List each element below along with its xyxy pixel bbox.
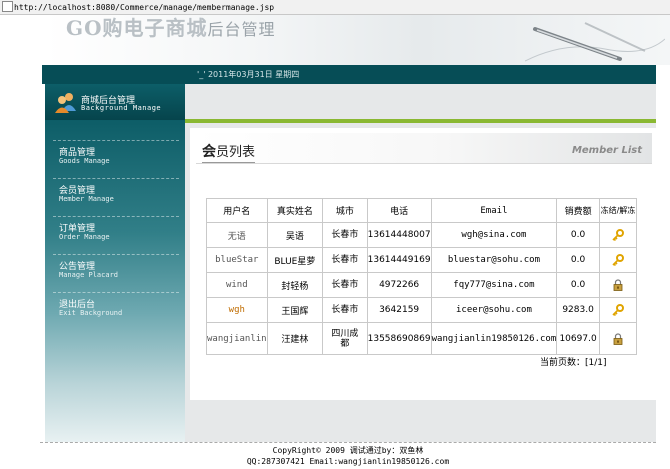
sidebar-item-placard[interactable]: 公告管理 Manage Placard	[53, 254, 179, 293]
table-header-row: 用户名 真实姓名 城市 电话 Email 销费额 冻结/解冻	[206, 198, 638, 223]
sidebar-item-goods[interactable]: 商品管理 Goods Manage	[53, 140, 179, 179]
cell-phone: 13614448007	[366, 222, 432, 248]
cell-city: 长春市	[322, 297, 368, 323]
cell-username: 无语	[206, 222, 268, 248]
cell-city: 四川成都	[322, 322, 368, 355]
footer-contact: QQ:287307421 Email:wangjianlin19850126.c…	[246, 457, 450, 466]
cell-freeze-toggle	[598, 322, 638, 355]
panel-title-en: Member List	[571, 145, 642, 156]
cell-amount: 0.0	[556, 222, 600, 248]
address-bar[interactable]: http://localhost:8080/Commerce/manage/me…	[0, 0, 670, 15]
cell-freeze-toggle	[598, 247, 638, 273]
accent-divider	[185, 119, 656, 123]
col-email: Email	[430, 198, 558, 223]
pen-illustration-icon	[525, 22, 665, 62]
cell-email: fqy777@sina.com	[430, 272, 558, 298]
key-icon[interactable]	[612, 304, 624, 317]
page-icon	[2, 1, 13, 12]
cell-username: wgh	[206, 297, 268, 323]
member-table: 用户名 真实姓名 城市 电话 Email 销费额 冻结/解冻 无语 吴语 长春市 13…	[206, 198, 638, 355]
col-realname: 真实姓名	[266, 198, 324, 223]
cell-freeze-toggle	[598, 272, 638, 298]
cell-email: bluestar@sohu.com	[430, 247, 558, 273]
panel-title: 会员列表	[202, 141, 256, 163]
lock-icon[interactable]	[612, 279, 624, 291]
cell-amount: 0.0	[556, 272, 600, 298]
date-bar: '_' 2011年03月31日 星期四	[42, 65, 656, 84]
col-freeze: 冻结/解冻	[598, 198, 638, 223]
cell-amount: 10697.0	[556, 322, 600, 355]
cell-username: blueStar	[206, 247, 268, 273]
cell-phone: 13614449169	[366, 247, 432, 273]
cell-username: wangjianlin	[206, 322, 268, 355]
table-row: blueStar BLUE星萝 长春市 13614449169 bluestar@soh…	[206, 247, 638, 273]
sidebar: 商品管理 Goods Manage 会员管理 Member Manage 订单管…	[45, 120, 185, 442]
sidebar-item-orders[interactable]: 订单管理 Order Manage	[53, 216, 179, 255]
cell-realname: 吴语	[266, 222, 324, 248]
key-icon[interactable]	[612, 229, 624, 242]
footer-copyright: CopyRight© 2009 调试通过by：双鱼林	[272, 446, 424, 455]
cell-username: wind	[206, 272, 268, 298]
table-row: wgh 王国辉 长春市 3642159 iceer@sohu.com 9283.0	[206, 297, 638, 323]
cell-city: 长春市	[322, 272, 368, 298]
sidebar-item-exit[interactable]: 退出后台 Exit Background	[53, 292, 179, 331]
cell-realname: BLUE星萝	[266, 247, 324, 273]
cell-freeze-toggle	[598, 222, 638, 248]
site-logo: GO购电子商城后台管理	[66, 16, 276, 40]
cell-email: wgh@sina.com	[430, 222, 558, 248]
lock-icon[interactable]	[612, 332, 624, 345]
footer-divider	[40, 442, 656, 443]
col-username: 用户名	[206, 198, 268, 223]
col-amount: 销费额	[556, 198, 600, 223]
current-date: '_' 2011年03月31日 星期四	[197, 70, 300, 79]
panel-header: 会员列表 Member List	[196, 133, 652, 164]
cell-email: wangjianlin19850126.com	[430, 322, 558, 355]
cell-phone: 13558690869	[366, 322, 432, 355]
sidebar-header: 商城后台管理 Background Manage	[45, 84, 185, 120]
site-header: GO购电子商城后台管理	[0, 15, 670, 65]
cell-city: 长春市	[322, 247, 368, 273]
cell-amount: 0.0	[556, 247, 600, 273]
sidebar-item-members[interactable]: 会员管理 Member Manage	[53, 178, 179, 217]
sidebar-subtitle: Background Manage	[81, 104, 162, 112]
users-icon	[55, 93, 76, 113]
cell-realname: 王国辉	[266, 297, 324, 323]
page-indicator: 当前页数：[1/1]	[540, 358, 607, 368]
cell-phone: 3642159	[366, 297, 432, 323]
cell-freeze-toggle	[598, 297, 638, 323]
cell-amount: 9283.0	[556, 297, 600, 323]
cell-city: 长春市	[322, 222, 368, 248]
cell-realname: 汪建林	[266, 322, 324, 355]
col-phone: 电话	[366, 198, 432, 223]
key-icon[interactable]	[612, 254, 624, 267]
cell-phone: 4972266	[366, 272, 432, 298]
table-row: wangjianlin 汪建林 四川成都 13558690869 wangjianlin…	[206, 322, 638, 355]
address-url: http://localhost:8080/Commerce/manage/me…	[14, 3, 275, 12]
footer: CopyRight© 2009 调试通过by：双鱼林 QQ:287307421 …	[40, 445, 656, 467]
cell-realname: 封轻杨	[266, 272, 324, 298]
table-row: 无语 吴语 长春市 13614448007 wgh@sina.com 0.0	[206, 222, 638, 248]
cell-email: iceer@sohu.com	[430, 297, 558, 323]
col-city: 城市	[322, 198, 368, 223]
table-row: wind 封轻杨 长春市 4972266 fqy777@sina.com 0.0	[206, 272, 638, 298]
